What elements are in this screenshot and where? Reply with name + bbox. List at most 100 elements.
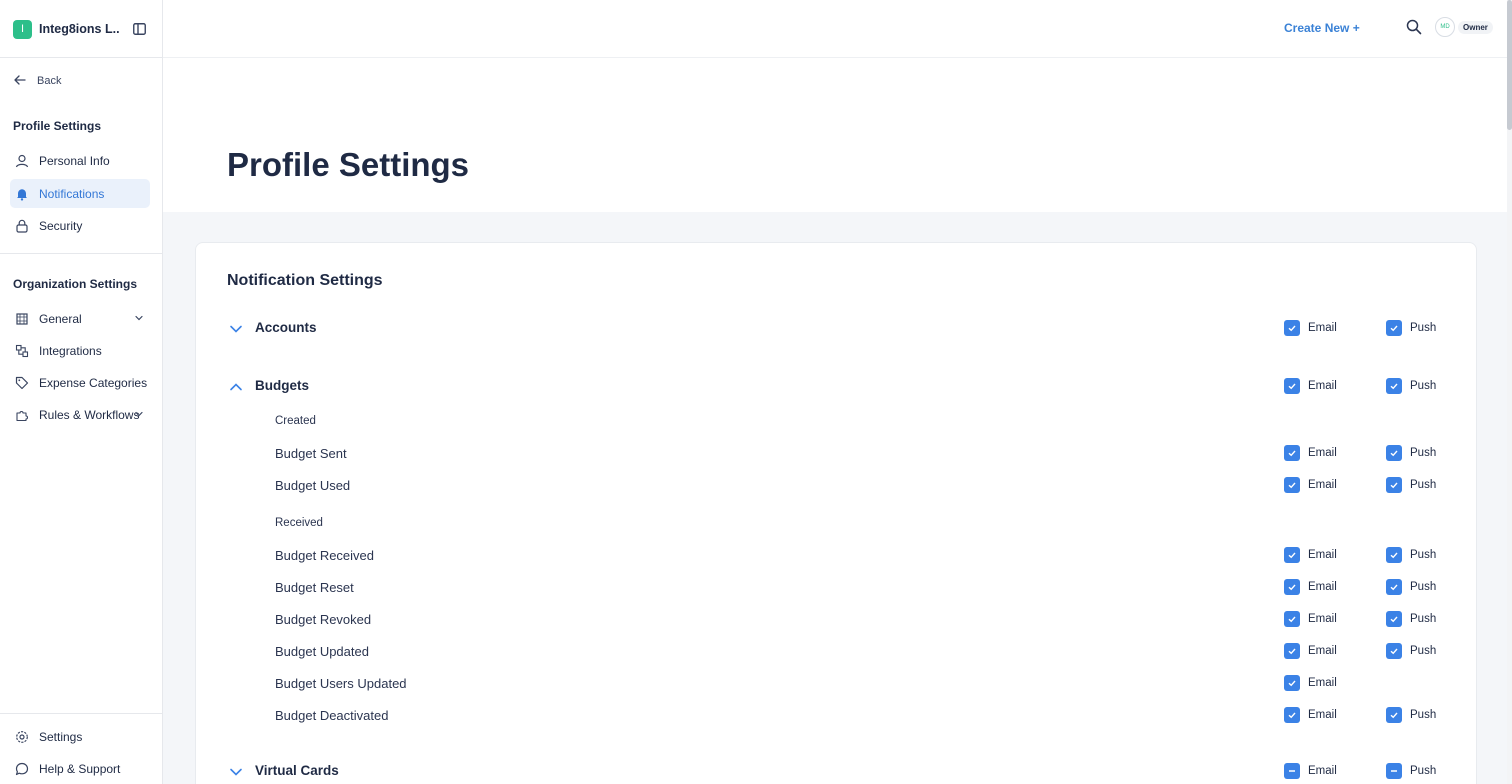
sidebar-item-rules-workflows[interactable]: Rules & Workflows [10, 400, 150, 429]
email-checkbox[interactable]: Email [1284, 477, 1337, 493]
item-label: Budget Reset [275, 580, 354, 595]
chevron-down-icon [133, 408, 145, 420]
email-label: Email [1308, 322, 1337, 334]
push-checkbox[interactable]: Push [1386, 707, 1436, 723]
email-checkbox[interactable]: Email [1284, 445, 1337, 461]
user-menu[interactable]: MD Owner [1435, 16, 1503, 38]
sidebar-item-label: Settings [39, 729, 83, 744]
push-label: Push [1410, 645, 1437, 657]
checkmark-icon [1284, 320, 1300, 336]
push-label: Push [1410, 447, 1437, 459]
chevron-down-icon[interactable] [227, 320, 245, 338]
top-bar: Create New + MD Owner [163, 0, 1512, 58]
list-item: Budget Reset Email Push [227, 574, 1447, 600]
sidebar-item-notifications[interactable]: Notifications [10, 179, 150, 208]
checkmark-icon [1386, 547, 1402, 563]
sidebar-item-label: Help & Support [39, 761, 121, 776]
sidebar-item-security[interactable]: Security [10, 211, 150, 240]
integrations-icon [14, 343, 30, 359]
email-checkbox[interactable]: Email [1284, 547, 1337, 563]
group-label: Accounts [255, 320, 317, 335]
push-label: Push [1410, 765, 1437, 777]
card-title: Notification Settings [227, 272, 383, 289]
sidebar-item-label: Personal Info [39, 153, 110, 168]
org-badge: I [13, 19, 32, 39]
push-checkbox[interactable]: Push [1386, 547, 1436, 563]
item-label: Budget Sent [275, 446, 347, 461]
email-checkbox[interactable]: Email [1284, 378, 1337, 394]
org-switcher[interactable]: I Integ8ions L... [13, 19, 153, 39]
push-checkbox[interactable]: Push [1386, 643, 1436, 659]
sidebar-toggle-icon[interactable] [130, 20, 148, 38]
profile-settings-heading: Profile Settings [13, 119, 102, 133]
sidebar-item-expense-categories[interactable]: Expense Categories [10, 368, 150, 397]
chevron-down-icon[interactable] [227, 763, 245, 781]
push-checkbox[interactable]: Push [1386, 320, 1436, 336]
create-new-button[interactable]: Create New + [1284, 21, 1360, 35]
lock-icon [14, 218, 30, 234]
push-checkbox[interactable]: Push [1386, 477, 1436, 493]
user-icon [14, 153, 30, 169]
sidebar-item-general[interactable]: General [10, 304, 150, 333]
sidebar-item-help-support[interactable]: Help & Support [10, 754, 150, 783]
email-label: Email [1308, 380, 1337, 392]
push-label: Push [1410, 380, 1437, 392]
list-item: Budget Used Email Push [227, 472, 1447, 498]
sidebar-divider [0, 57, 162, 58]
email-label: Email [1308, 613, 1337, 625]
chat-icon [14, 761, 30, 777]
push-checkbox[interactable]: Push [1386, 763, 1436, 779]
email-checkbox[interactable]: Email [1284, 643, 1337, 659]
item-label: Budget Received [275, 548, 375, 563]
email-checkbox[interactable]: Email [1284, 579, 1337, 595]
scrollbar-thumb[interactable] [1507, 0, 1512, 130]
item-label: Budget Deactivated [275, 708, 389, 723]
gear-icon [14, 729, 30, 745]
group-label: Virtual Cards [255, 763, 339, 778]
checkmark-icon [1386, 378, 1402, 394]
arrow-left-icon [14, 74, 26, 88]
email-checkbox[interactable]: Email [1284, 675, 1337, 691]
push-label: Push [1410, 479, 1437, 491]
checkmark-icon [1284, 445, 1300, 461]
sidebar-item-settings[interactable]: Settings [10, 722, 150, 751]
push-checkbox[interactable]: Push [1386, 378, 1436, 394]
puzzle-icon [14, 407, 30, 423]
search-icon[interactable] [1406, 19, 1424, 37]
chevron-down-icon [133, 312, 145, 324]
checkmark-icon [1284, 547, 1300, 563]
checkmark-icon [1284, 611, 1300, 627]
chevron-up-icon[interactable] [227, 378, 245, 396]
push-checkbox[interactable]: Push [1386, 579, 1436, 595]
checkmark-icon [1284, 643, 1300, 659]
email-label: Email [1308, 479, 1337, 491]
sidebar: I Integ8ions L... Back Profile Settings … [0, 0, 163, 784]
sidebar-item-label: General [39, 311, 82, 326]
email-label: Email [1308, 447, 1337, 459]
email-checkbox[interactable]: Email [1284, 707, 1337, 723]
push-checkbox[interactable]: Push [1386, 611, 1436, 627]
minus-icon [1284, 763, 1300, 779]
list-item: Budget Updated Email Push [227, 638, 1447, 664]
push-label: Push [1410, 549, 1437, 561]
checkmark-icon [1284, 707, 1300, 723]
email-checkbox[interactable]: Email [1284, 763, 1337, 779]
push-checkbox[interactable]: Push [1386, 445, 1436, 461]
checkmark-icon [1386, 579, 1402, 595]
email-checkbox[interactable]: Email [1284, 611, 1337, 627]
list-item: Budget Deactivated Email Push [227, 702, 1447, 728]
push-label: Push [1410, 322, 1437, 334]
list-item: Budget Revoked Email Push [227, 606, 1447, 632]
list-item: Budget Received Email Push [227, 542, 1447, 568]
page-title: Profile Settings [227, 146, 470, 183]
back-link[interactable]: Back [14, 72, 61, 90]
email-checkbox[interactable]: Email [1284, 320, 1337, 336]
sidebar-item-label: Integrations [39, 343, 102, 358]
list-item: Budget Sent Email Push [227, 440, 1447, 466]
sidebar-item-integrations[interactable]: Integrations [10, 336, 150, 365]
checkmark-icon [1284, 477, 1300, 493]
sidebar-item-personal-info[interactable]: Personal Info [10, 146, 150, 175]
group-label: Budgets [255, 378, 309, 393]
minus-icon [1386, 763, 1402, 779]
push-label: Push [1410, 709, 1437, 721]
